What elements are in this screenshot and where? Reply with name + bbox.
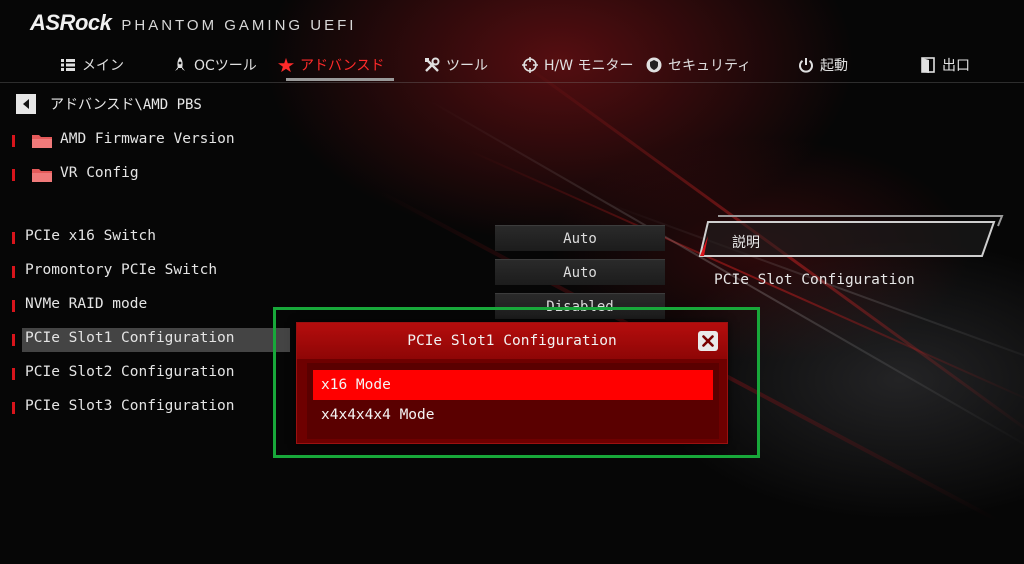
exit-door-icon [920,57,936,73]
item-marker [12,334,15,346]
star-icon [278,57,294,73]
folder-item-amd-firmware-version[interactable]: AMD Firmware Version [0,129,240,153]
item-marker [12,368,15,380]
item-marker [12,232,15,244]
popup-options-list: x16 Mode x4x4x4x4 Mode [307,363,719,439]
tab-hw-monitor[interactable]: H/W モニター [522,50,634,80]
breadcrumb: アドバンスド\AMD PBS [16,94,202,114]
description-text: PCIe Slot Configuration [714,272,915,288]
option-label: Promontory PCIe Switch [25,262,218,278]
tab-advanced-label: アドバンスド [300,58,385,74]
tab-security-label: セキュリティ [668,58,752,74]
back-button[interactable] [16,94,36,114]
tab-boot-label: 起動 [820,58,848,74]
back-arrow-icon [23,99,29,109]
rocket-icon [172,57,188,73]
tab-advanced[interactable]: アドバンスド [278,50,384,80]
popup-title: PCIe Slot1 Configuration [407,333,617,349]
item-marker [12,135,15,147]
folder-label: VR Config [60,165,139,181]
tab-exit[interactable]: 出口 [920,50,970,80]
crosshair-icon [522,57,538,73]
option-label: PCIe x16 Switch [25,228,156,244]
option-pcie-slot1-configuration[interactable]: PCIe Slot1 Configuration [12,328,290,352]
option-label: PCIe Slot3 Configuration [25,398,235,414]
active-tab-indicator [286,78,394,81]
value-pcie-x16-switch[interactable]: Auto [495,225,665,251]
value-promontory-pcie-switch[interactable]: Auto [495,259,665,285]
tab-boot[interactable]: 起動 [798,50,848,80]
tab-hw-monitor-label: H/W モニター [544,58,634,74]
slot1-config-popup: PCIe Slot1 Configuration x16 Mode x4x4x4… [296,322,728,444]
folder-item-vr-config[interactable]: VR Config [0,163,240,187]
tab-tools-label: ツール [446,58,488,74]
nav-divider [0,82,1024,83]
brand-header: ASRock PHANTOM GAMING UEFI [30,10,356,36]
tab-security[interactable]: セキュリティ [646,50,751,80]
top-nav: メイン OCツール アドバンスド ツール H/W モニター セキュリティ 起動 … [0,44,1024,82]
option-label: PCIe Slot1 Configuration [25,330,235,346]
tab-oc-tools[interactable]: OCツール [172,50,257,80]
folder-icon [32,133,52,152]
item-marker [12,300,15,312]
folder-icon [32,167,52,186]
brand-subtitle: PHANTOM GAMING UEFI [121,17,357,34]
folder-label: AMD Firmware Version [60,131,235,147]
power-icon [798,57,814,73]
list-icon [60,57,76,73]
option-pcie-slot2-configuration[interactable]: PCIe Slot2 Configuration [0,362,300,386]
popup-close-button[interactable] [698,331,718,351]
item-marker [12,266,15,278]
option-label: NVMe RAID mode [25,296,148,312]
popup-header: PCIe Slot1 Configuration [297,323,727,359]
option-pcie-x16-switch[interactable]: PCIe x16 Switch [0,226,300,250]
tools-icon [424,57,440,73]
tab-oc-tools-label: OCツール [194,58,257,74]
popup-option-label: x16 Mode [321,377,391,393]
option-nvme-raid-mode[interactable]: NVMe RAID mode [0,294,300,318]
popup-option-x16-mode[interactable]: x16 Mode [313,370,713,400]
tab-exit-label: 出口 [942,58,970,74]
close-icon [702,335,714,347]
item-marker [12,169,15,181]
option-pcie-slot3-configuration[interactable]: PCIe Slot3 Configuration [0,396,300,420]
item-marker [12,402,15,414]
popup-option-x4x4x4x4-mode[interactable]: x4x4x4x4 Mode [313,400,713,430]
shield-icon [646,57,662,73]
breadcrumb-path: アドバンスド\AMD PBS [50,97,202,113]
tab-tools[interactable]: ツール [424,50,488,80]
option-label: PCIe Slot2 Configuration [25,364,235,380]
description-title: 説明 [732,235,760,251]
popup-option-label: x4x4x4x4 Mode [321,407,435,423]
option-promontory-pcie-switch[interactable]: Promontory PCIe Switch [0,260,300,284]
tab-main[interactable]: メイン [60,50,124,80]
asrock-logo: ASRock [30,10,112,35]
tab-main-label: メイン [82,58,124,74]
